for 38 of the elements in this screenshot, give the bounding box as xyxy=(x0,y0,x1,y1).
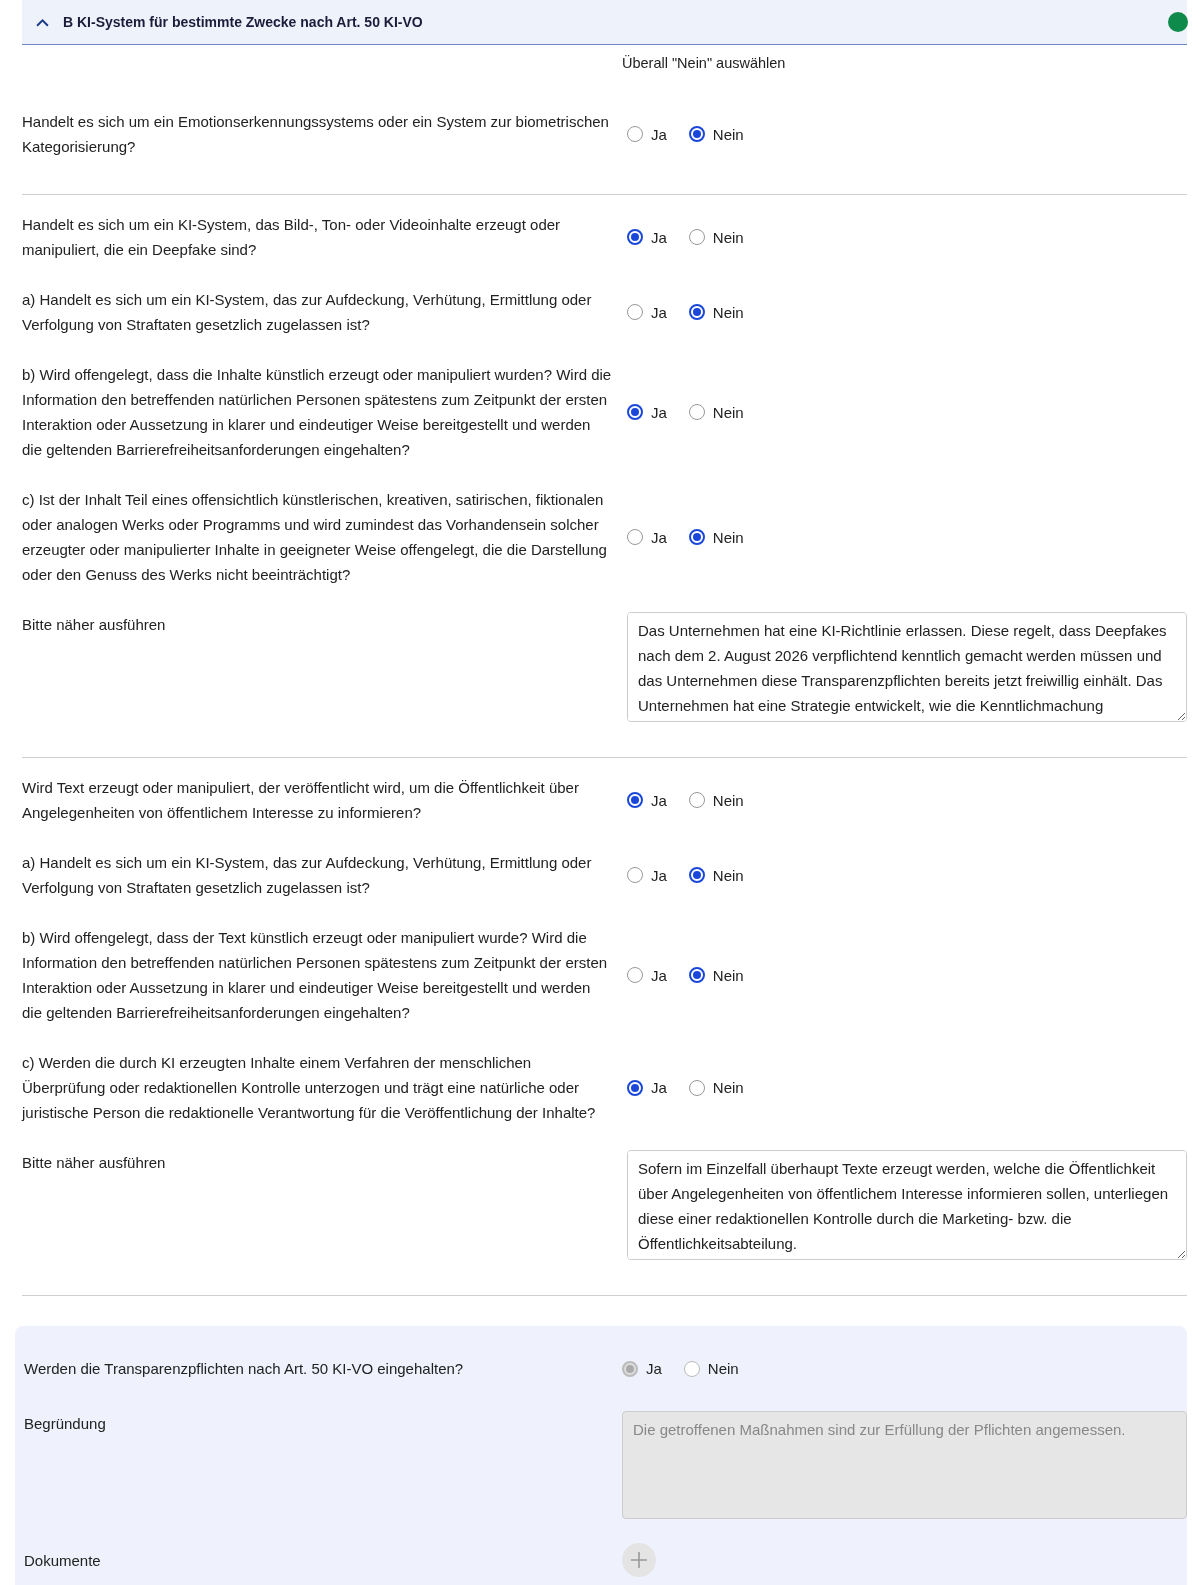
radio-option[interactable]: Nein xyxy=(688,125,744,143)
plus-icon xyxy=(629,1550,649,1570)
field-label: Begründung xyxy=(24,1414,107,1434)
radio-option[interactable]: Ja xyxy=(627,791,667,809)
radio-option[interactable]: Nein xyxy=(688,228,744,246)
radio-option[interactable]: Ja xyxy=(627,966,667,984)
question-text: c) Werden die durch KI erzeugten Inhalte einem Verfahren der menschlichen Überprüfung oder redaktionellen Kontrolle unterzogen und trägt eine natürliche oder juristische Person die redaktionelle Verantwortung für die Veröffentlichung der Inhalte? xyxy=(22,1053,597,1123)
radio-option[interactable]: Ja xyxy=(627,303,667,321)
section-title: B KI-System für bestimmte Zwecke nach Art. 50 KI-VO xyxy=(63,14,424,30)
radio-option[interactable]: Ja xyxy=(627,1079,667,1096)
radio-option[interactable]: Nein xyxy=(688,403,744,421)
radio-option[interactable]: Ja xyxy=(627,528,667,546)
explanation-field[interactable]: Sofern im Einzelfall überhaupt Texte erzeugt werden, welche die Öffentlichkeit über Angelegenheiten von öffentlichem Interesse informieren sollen, unterliegen diese einer redaktionellen Kontrolle durch die Marketing- bzw. die Öffentlichkeitsabteilung. xyxy=(627,1150,1187,1260)
field-label: Bitte näher ausführen xyxy=(22,615,167,635)
question-text: Handelt es sich um ein Emotionserkennungssystems oder ein System zur biometrischen Kategorisierung? xyxy=(22,112,610,157)
radio-option[interactable]: Nein xyxy=(688,966,744,984)
radio-option[interactable]: Ja xyxy=(627,403,667,421)
radio-option[interactable]: Nein xyxy=(688,866,744,884)
radio-option[interactable]: Nein xyxy=(688,791,744,809)
question-text: b) Wird offengelegt, dass die Inhalte künstlich erzeugt oder manipuliert wurden? Wird die Information den betreffenden natürlichen Personen spätestens zum Zeitpunkt der ersten Interaktion oder Aussetzung in klarer und eindeutiger Weise bereitgestellt und werden die geltenden Barrierefreiheitsanforderungen eingehalten? xyxy=(22,365,613,460)
question-text: Wird Text erzeugt oder manipuliert, der veröffentlicht wird, um die Öffentlichkeit über Angelegenheiten von öffentlichem Interesse zu informieren? xyxy=(22,778,580,823)
field-label: Dokumente xyxy=(24,1550,102,1571)
radio-option[interactable]: Ja xyxy=(627,866,667,884)
question-text: a) Handelt es sich um ein KI-System, das zur Aufdeckung, Verhütung, Ermittlung oder Verfolgung von Straftaten gesetzlich zugelassen ist? xyxy=(22,853,593,898)
radio-option[interactable]: Nein xyxy=(688,528,744,546)
radio-option[interactable]: Ja xyxy=(627,125,667,143)
question-text: Werden die Transparenzpflichten nach Art. 50 KI-VO eingehalten? xyxy=(24,1359,465,1379)
question-text: a) Handelt es sich um ein KI-System, das zur Aufdeckung, Verhütung, Ermittlung oder Verfolgung von Straftaten gesetzlich zugelassen ist? xyxy=(22,290,593,335)
question-text: Handelt es sich um ein KI-System, das Bild-, Ton- oder Videoinhalte erzeugt oder manipuliert, die ein Deepfake sind? xyxy=(22,215,562,260)
section-header[interactable]: B KI-System für bestimmte Zwecke nach Art. 50 KI-VO xyxy=(22,0,1187,45)
field-label: Bitte näher ausführen xyxy=(22,1153,167,1173)
explanation-field[interactable]: Das Unternehmen hat eine KI-Richtlinie erlassen. Diese regelt, dass Deepfakes nach dem 2. August 2026 verpflichtend kenntlich gemacht werden müssen und das Unternehmen diese Transparenzpflichten bereits jetzt freiwillig einhält. Das Unternehmen hat eine Strategie entwickelt, wie die Kenntlichmachung xyxy=(627,612,1187,722)
question-text: b) Wird offengelegt, dass der Text künstlich erzeugt oder manipuliert wurde? Wird die Information den betreffenden natürlichen Personen spätestens zum Zeitpunkt der ersten Interaktion oder Aussetzung in klarer und eindeutiger Weise bereitgestellt und werden die geltenden Barrierefreiheitsanforderungen eingehalten? xyxy=(22,928,609,1023)
radio-option[interactable]: Nein xyxy=(688,303,744,321)
radio-option[interactable]: Nein xyxy=(688,1079,744,1096)
select-all-no-link[interactable]: Überall "Nein" auswählen xyxy=(622,55,786,71)
question-text: c) Ist der Inhalt Teil eines offensichtlich künstlerischen, kreativen, satirischen, fiktionalen oder analogen Werks oder Programms und wird zumindest das Vorhandensein solcher erzeugter oder manipulierter Inhalte in geeigneter Weise offengelegt, die die Darstellung oder den Genuss des Werks nicht beeinträchtigt? xyxy=(22,490,608,585)
radio-option[interactable]: Ja xyxy=(627,228,667,246)
